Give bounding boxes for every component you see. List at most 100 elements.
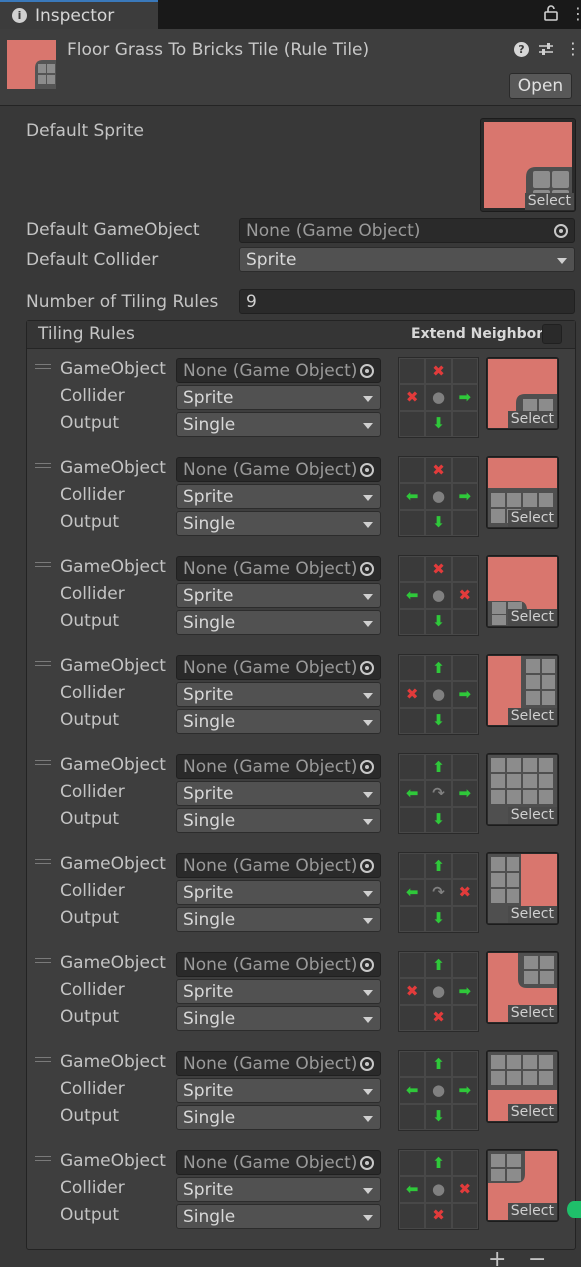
rotate-icon[interactable]: ↷ bbox=[425, 879, 452, 906]
default-sprite-field[interactable]: Select bbox=[480, 118, 576, 212]
arrow-up-icon[interactable]: ⬆ bbox=[425, 952, 452, 979]
center-dot-icon[interactable]: ● bbox=[425, 384, 452, 411]
rule-output-dropdown[interactable]: Single bbox=[176, 412, 381, 437]
arrow-left-icon[interactable]: ⬅ bbox=[399, 483, 426, 510]
rule-output-dropdown[interactable]: Single bbox=[176, 511, 381, 536]
arrow-down-icon[interactable]: ⬇ bbox=[425, 905, 452, 932]
empty-cell[interactable] bbox=[399, 853, 426, 880]
neighbor-grid[interactable]: ⬆ ✖ ● ➡ ✖ bbox=[398, 951, 479, 1032]
not-neighbor-icon[interactable]: ✖ bbox=[399, 384, 426, 411]
not-neighbor-icon[interactable]: ✖ bbox=[425, 457, 452, 484]
object-picker-icon[interactable] bbox=[554, 224, 568, 238]
extend-neighbor-checkbox[interactable] bbox=[542, 324, 562, 344]
not-neighbor-icon[interactable]: ✖ bbox=[399, 978, 426, 1005]
rule-gameobject-field[interactable]: None (Game Object) bbox=[176, 1051, 381, 1076]
object-picker-icon[interactable] bbox=[360, 760, 374, 774]
neighbor-grid[interactable]: ⬆ ⬅ ● ➡ ⬇ bbox=[398, 1050, 479, 1131]
rule-gameobject-field[interactable]: None (Game Object) bbox=[176, 1150, 381, 1175]
select-button[interactable]: Select bbox=[524, 193, 574, 210]
rule-output-dropdown[interactable]: Single bbox=[176, 808, 381, 833]
rule-collider-dropdown[interactable]: Sprite bbox=[176, 583, 381, 608]
arrow-right-icon[interactable]: ➡ bbox=[451, 681, 478, 708]
empty-cell[interactable] bbox=[399, 952, 426, 979]
neighbor-grid[interactable]: ⬆ ⬅ ● ✖ ✖ bbox=[398, 1149, 479, 1230]
empty-cell[interactable] bbox=[451, 806, 478, 833]
empty-cell[interactable] bbox=[399, 358, 426, 385]
object-picker-icon[interactable] bbox=[360, 463, 374, 477]
not-neighbor-icon[interactable]: ✖ bbox=[451, 1176, 478, 1203]
neighbor-grid[interactable]: ⬆ ⬅ ↷ ✖ ⬇ bbox=[398, 852, 479, 933]
arrow-left-icon[interactable]: ⬅ bbox=[399, 780, 426, 807]
num-rules-field[interactable]: 9 bbox=[239, 289, 575, 314]
rule-gameobject-field[interactable]: None (Game Object) bbox=[176, 556, 381, 581]
empty-cell[interactable] bbox=[451, 1051, 478, 1078]
default-collider-dropdown[interactable]: Sprite bbox=[239, 247, 575, 272]
rule-collider-dropdown[interactable]: Sprite bbox=[176, 385, 381, 410]
empty-cell[interactable] bbox=[451, 905, 478, 932]
object-picker-icon[interactable] bbox=[360, 958, 374, 972]
rule-output-dropdown[interactable]: Single bbox=[176, 1006, 381, 1031]
empty-cell[interactable] bbox=[399, 457, 426, 484]
arrow-right-icon[interactable]: ➡ bbox=[451, 978, 478, 1005]
drag-handle-icon[interactable] bbox=[35, 364, 51, 369]
neighbor-grid[interactable]: ✖ ✖ ● ➡ ⬇ bbox=[398, 357, 479, 438]
arrow-up-icon[interactable]: ⬆ bbox=[425, 1150, 452, 1177]
rule-collider-dropdown[interactable]: Sprite bbox=[176, 682, 381, 707]
empty-cell[interactable] bbox=[451, 457, 478, 484]
rule-gameobject-field[interactable]: None (Game Object) bbox=[176, 655, 381, 680]
empty-cell[interactable] bbox=[399, 905, 426, 932]
empty-cell[interactable] bbox=[399, 707, 426, 734]
select-button[interactable]: Select bbox=[507, 708, 557, 725]
empty-cell[interactable] bbox=[451, 358, 478, 385]
empty-cell[interactable] bbox=[399, 1103, 426, 1130]
empty-cell[interactable] bbox=[399, 1150, 426, 1177]
rule-collider-dropdown[interactable]: Sprite bbox=[176, 1078, 381, 1103]
empty-cell[interactable] bbox=[399, 1202, 426, 1229]
object-picker-icon[interactable] bbox=[360, 661, 374, 675]
select-button[interactable]: Select bbox=[507, 1104, 557, 1121]
arrow-left-icon[interactable]: ⬅ bbox=[399, 1077, 426, 1104]
arrow-left-icon[interactable]: ⬅ bbox=[399, 582, 426, 609]
arrow-down-icon[interactable]: ⬇ bbox=[425, 1103, 452, 1130]
arrow-up-icon[interactable]: ⬆ bbox=[425, 754, 452, 781]
empty-cell[interactable] bbox=[451, 1150, 478, 1177]
rotate-icon[interactable]: ↷ bbox=[425, 780, 452, 807]
object-picker-icon[interactable] bbox=[360, 1156, 374, 1170]
lock-icon[interactable] bbox=[544, 5, 558, 21]
neighbor-grid[interactable]: ✖ ⬅ ● ✖ ⬇ bbox=[398, 555, 479, 636]
select-button[interactable]: Select bbox=[507, 411, 557, 428]
not-neighbor-icon[interactable]: ✖ bbox=[425, 556, 452, 583]
rule-collider-dropdown[interactable]: Sprite bbox=[176, 880, 381, 905]
arrow-down-icon[interactable]: ⬇ bbox=[425, 707, 452, 734]
object-picker-icon[interactable] bbox=[360, 1057, 374, 1071]
open-button[interactable]: Open bbox=[509, 73, 572, 99]
rule-output-dropdown[interactable]: Single bbox=[176, 709, 381, 734]
not-neighbor-icon[interactable]: ✖ bbox=[399, 681, 426, 708]
not-neighbor-icon[interactable]: ✖ bbox=[451, 582, 478, 609]
rule-sprite-field[interactable]: Select bbox=[486, 852, 559, 925]
object-picker-icon[interactable] bbox=[360, 364, 374, 378]
rule-sprite-field[interactable]: Select bbox=[486, 1149, 559, 1222]
rule-collider-dropdown[interactable]: Sprite bbox=[176, 484, 381, 509]
not-neighbor-icon[interactable]: ✖ bbox=[425, 1202, 452, 1229]
empty-cell[interactable] bbox=[451, 410, 478, 437]
empty-cell[interactable] bbox=[451, 707, 478, 734]
drag-handle-icon[interactable] bbox=[35, 1156, 51, 1161]
center-dot-icon[interactable]: ● bbox=[425, 582, 452, 609]
drag-handle-icon[interactable] bbox=[35, 958, 51, 963]
object-picker-icon[interactable] bbox=[360, 859, 374, 873]
empty-cell[interactable] bbox=[399, 754, 426, 781]
object-picker-icon[interactable] bbox=[360, 562, 374, 576]
select-button[interactable]: Select bbox=[507, 609, 557, 626]
rule-gameobject-field[interactable]: None (Game Object) bbox=[176, 457, 381, 482]
empty-cell[interactable] bbox=[399, 509, 426, 536]
rule-sprite-field[interactable]: Select bbox=[486, 456, 559, 529]
empty-cell[interactable] bbox=[399, 1004, 426, 1031]
center-dot-icon[interactable]: ● bbox=[425, 483, 452, 510]
arrow-down-icon[interactable]: ⬇ bbox=[425, 410, 452, 437]
rule-sprite-field[interactable]: Select bbox=[486, 654, 559, 727]
empty-cell[interactable] bbox=[451, 608, 478, 635]
rule-output-dropdown[interactable]: Single bbox=[176, 1204, 381, 1229]
neighbor-grid[interactable]: ⬆ ✖ ● ➡ ⬇ bbox=[398, 654, 479, 735]
arrow-down-icon[interactable]: ⬇ bbox=[425, 509, 452, 536]
